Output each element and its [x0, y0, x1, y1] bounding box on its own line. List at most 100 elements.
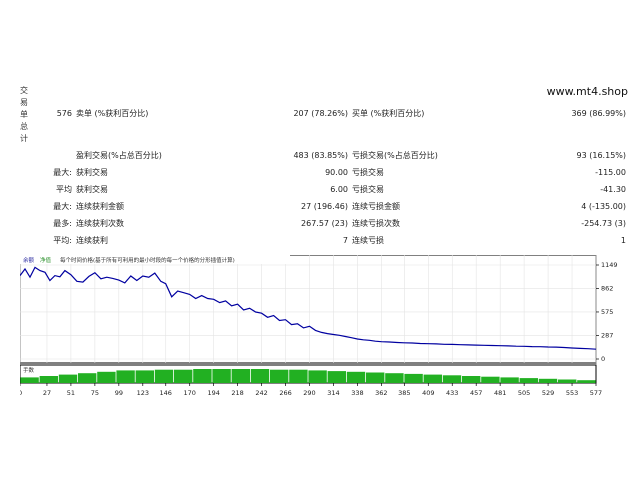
volume-bar — [346, 371, 366, 383]
volume-bar — [212, 369, 231, 383]
stat-label: 买单 (%获利百分比) — [352, 109, 425, 118]
volume-bar — [250, 369, 270, 383]
volume-bar — [116, 370, 135, 383]
volume-bar — [462, 376, 481, 383]
stat-value: 4 (-135.00) — [581, 202, 626, 211]
volume-bar — [404, 373, 423, 383]
x-tick-label: 362 — [375, 389, 387, 397]
x-tick-label: 0 — [20, 389, 22, 397]
volume-bar — [481, 376, 500, 383]
x-tick-label: 242 — [255, 389, 267, 397]
x-tick-label: 385 — [398, 389, 410, 397]
stat-label: 卖单 (%获利百分比) — [76, 109, 149, 118]
volume-bar — [500, 377, 519, 383]
x-tick-label: 314 — [327, 389, 339, 397]
x-tick-label: 433 — [446, 389, 458, 397]
y-tick-label: 0 — [601, 355, 605, 363]
x-tick-label: 27 — [43, 389, 51, 397]
volume-bar — [78, 373, 97, 383]
volume-bar — [270, 369, 289, 383]
stat-value: 6.00 — [330, 185, 348, 194]
x-tick-label: 75 — [91, 389, 99, 397]
volume-bar — [174, 369, 193, 383]
y-tick-label: 862 — [601, 284, 613, 292]
x-tick-label: 409 — [422, 389, 434, 397]
volume-bar — [327, 371, 346, 383]
x-tick-label: 338 — [351, 389, 363, 397]
x-tick-label: 266 — [279, 389, 291, 397]
stat-prefix: 平均 — [56, 185, 72, 194]
site-url: www.mt4.shop — [546, 85, 628, 98]
legend-equity: 净值 — [40, 256, 52, 264]
volume-label: 手数 — [23, 366, 35, 374]
y-tick-label: 575 — [601, 308, 613, 316]
stat-value: 27 (196.46) — [301, 202, 348, 211]
stat-value: 93 (16.15%) — [576, 151, 626, 160]
x-tick-label: 194 — [207, 389, 219, 397]
y-tick-label: 1149 — [601, 261, 618, 269]
x-tick-label: 146 — [160, 389, 172, 397]
stat-value: 207 (78.26%) — [293, 109, 348, 118]
stat-label: 盈利交易(%占总百分比) — [76, 151, 162, 160]
volume-bar — [519, 378, 538, 383]
legend-balance: 余额 — [23, 256, 35, 264]
x-tick-label: 553 — [566, 389, 578, 397]
volume-bar — [154, 369, 174, 383]
volume-bar — [423, 374, 442, 383]
stat-label: 连续获利 — [76, 236, 108, 245]
volume-bar — [577, 380, 596, 383]
volume-bar — [538, 378, 558, 383]
volume-bar — [442, 375, 462, 383]
y-axis: 1149 862 575 287 0 — [596, 261, 618, 363]
volume-bar — [58, 374, 78, 383]
x-axis: 0 27 51 75 99 123 146 170 194 218 242 266 290 314 338 3… — [20, 383, 602, 397]
x-tick-label: 505 — [518, 389, 530, 397]
y-tick-label: 287 — [601, 332, 613, 340]
x-tick-label: 457 — [470, 389, 482, 397]
stat-label: 获利交易 — [76, 185, 108, 194]
stat-value: 90.00 — [325, 168, 348, 177]
stat-value: -115.00 — [595, 168, 626, 177]
volume-bar — [289, 369, 308, 383]
volume-bar — [97, 371, 116, 383]
balance-chart: 余额 净值 每个时间价格(基于所有可利用的最小时段的每一个价格的分形插值计算) … — [20, 255, 618, 397]
stat-label: 获利交易 — [76, 168, 108, 177]
volume-bar — [135, 370, 154, 383]
stat-value: 369 (86.99%) — [571, 109, 626, 118]
volume-bar — [366, 372, 385, 383]
stat-value: 483 (83.85%) — [293, 151, 348, 160]
stat-value: -41.30 — [600, 185, 626, 194]
stat-value: 267.57 (23) — [301, 219, 348, 228]
stat-value: 7 — [342, 236, 348, 245]
volume-bar — [39, 376, 58, 383]
stat-prefix: 平均: — [53, 236, 72, 245]
x-tick-label: 577 — [590, 389, 602, 397]
x-tick-label: 290 — [303, 389, 315, 397]
stat-label: 亏损交易 — [352, 185, 384, 194]
volume-bar — [558, 379, 577, 383]
x-tick-label: 99 — [115, 389, 123, 397]
volume-bar — [308, 370, 327, 383]
x-tick-label: 170 — [183, 389, 195, 397]
stat-label: 亏损交易 — [352, 168, 384, 177]
stat-prefix: 最大: — [53, 168, 72, 177]
x-tick-label: 123 — [137, 389, 149, 397]
stat-label: 连续亏损 — [352, 236, 384, 245]
stat-label: 连续获利次数 — [76, 219, 124, 228]
stat-label: 连续亏损次数 — [352, 219, 400, 228]
stat-label: 亏损交易(%占总百分比) — [352, 151, 438, 160]
x-tick-label: 218 — [231, 389, 243, 397]
stat-total: 576 — [56, 109, 72, 118]
x-tick-label: 51 — [67, 389, 75, 397]
stat-label: 连续获利金额 — [76, 202, 124, 211]
chart-plot-area — [20, 255, 597, 364]
stat-prefix: 最大: — [53, 202, 72, 211]
volume-bar — [385, 373, 404, 383]
volume-bar — [20, 377, 39, 383]
x-tick-label: 481 — [494, 389, 506, 397]
legend-tick-price: 每个时间价格(基于所有可利用的最小时段的每一个价格的分形插值计算) — [60, 256, 235, 264]
x-tick-label: 529 — [542, 389, 554, 397]
stat-value: 1 — [620, 236, 626, 245]
stat-label: 连续亏损金额 — [352, 202, 400, 211]
stat-prefix: 最多: — [53, 219, 72, 228]
